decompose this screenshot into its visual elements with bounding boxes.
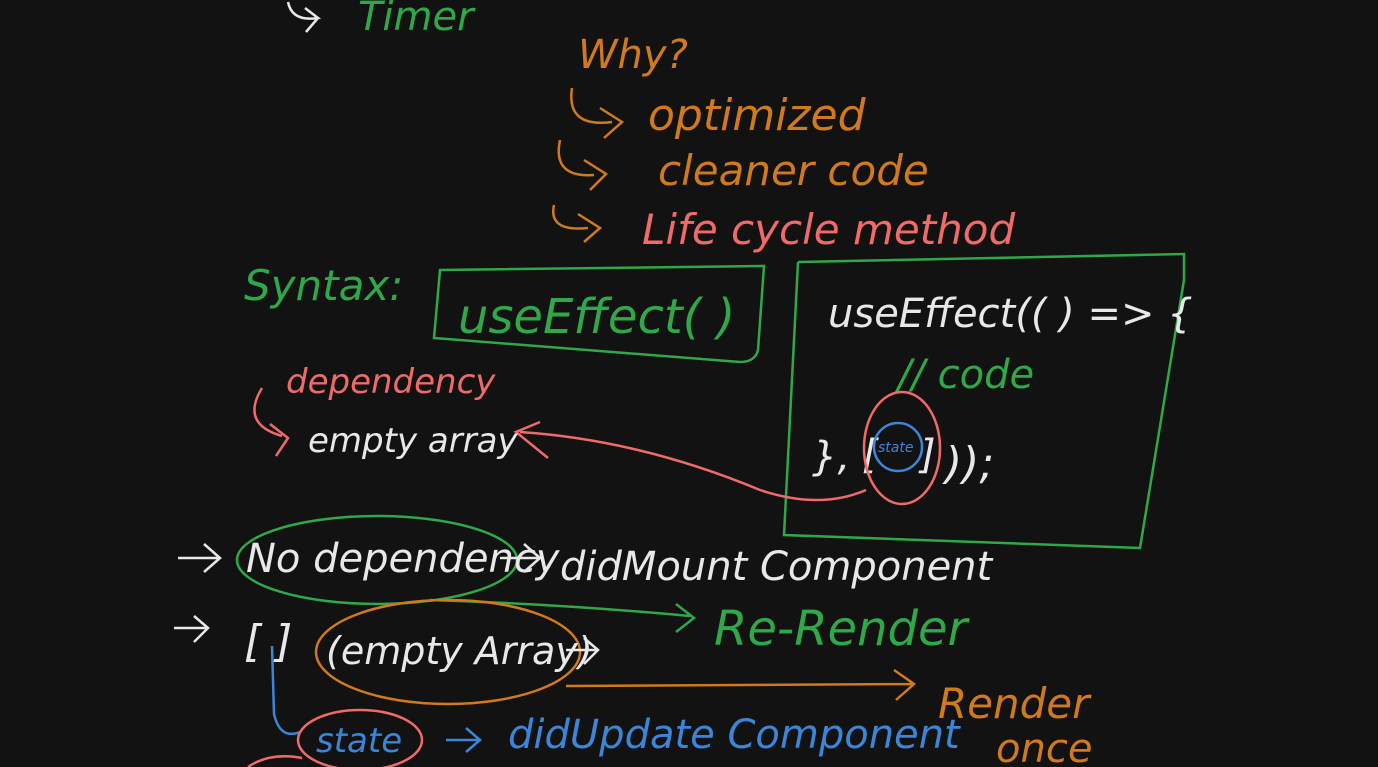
- code-line-1: useEffect(( ) => {: [828, 291, 1193, 337]
- syntax-label: Syntax:: [244, 261, 403, 310]
- why-item-optimized: optimized: [648, 90, 867, 141]
- deps-badge: state: [878, 440, 913, 456]
- empty-array-label: empty array: [308, 421, 519, 461]
- why-arrow-2: [557, 139, 608, 191]
- code-close-suffix: ));: [942, 438, 994, 489]
- why-heading: Why?: [578, 32, 688, 78]
- code-close-prefix: },: [812, 434, 850, 480]
- render-once-line2: once: [996, 726, 1092, 767]
- whiteboard-canvas: Timer Why? optimized cleaner code Life c…: [174, 0, 1193, 767]
- state-to-didupdate-arrow: [446, 727, 482, 753]
- why-arrow-1: [570, 87, 625, 139]
- no-dep-arrow: [178, 543, 222, 573]
- why-item-lifecycle: Life cycle method: [642, 205, 1015, 254]
- dependency-label: dependency: [286, 362, 496, 402]
- did-mount-label: didMount Component: [560, 544, 994, 590]
- why-arrow-3: [551, 204, 603, 243]
- timer-arrow: [286, 1, 322, 33]
- empty-array-to-render-once-arrow: [565, 668, 917, 701]
- code-comment: // code: [895, 352, 1034, 398]
- re-render-label: Re-Render: [714, 601, 971, 657]
- bracket-arrow: [174, 615, 210, 643]
- dependency-arrow: [253, 387, 290, 457]
- bracket-case-label: [ ]: [244, 616, 292, 667]
- did-update-label: didUpdate Component: [508, 712, 961, 758]
- empty-array-paren: (empty Array): [326, 629, 593, 673]
- partial-circle-bottom-left: [247, 755, 303, 767]
- timer-label: Timer: [358, 0, 476, 40]
- syntax-code: useEffect( ): [458, 289, 735, 345]
- render-once-line1: Render: [938, 679, 1092, 728]
- why-item-cleaner-code: cleaner code: [658, 146, 929, 195]
- state-label: state: [316, 721, 402, 761]
